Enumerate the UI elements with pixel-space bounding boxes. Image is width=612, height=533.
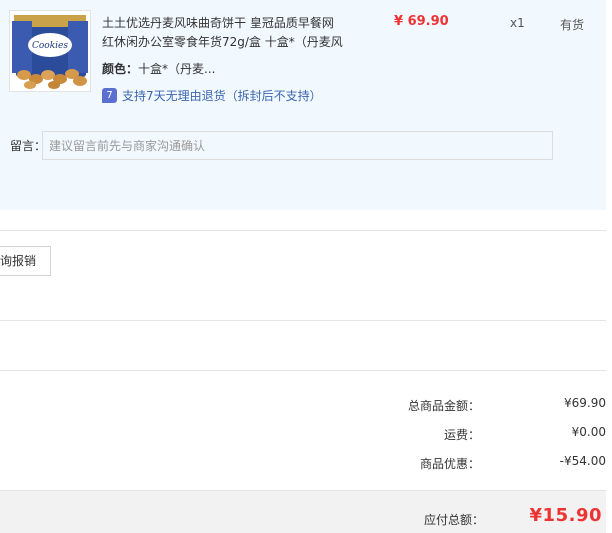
- message-label: 留言：: [10, 139, 47, 153]
- product-thumbnail[interactable]: Cookies: [9, 10, 91, 92]
- cookie-tin-photo-icon: Cookies: [10, 11, 90, 91]
- divider: [0, 370, 606, 371]
- shipping-row: 运费：: [0, 426, 480, 442]
- return-policy[interactable]: 7 支持7天无理由退货（拆封后不支持）: [102, 87, 322, 104]
- discount-label: 商品优惠：: [419, 457, 480, 471]
- order-item-card: Cookies 土土优选丹麦风味曲奇饼干 皇冠品质早餐网 红休闲办公室零食年货7…: [0, 0, 606, 210]
- variant-value: 十盒*（丹麦...: [138, 62, 216, 76]
- product-title-line-2[interactable]: 红休闲办公室零食年货72g/盒 十盒*（丹麦风: [102, 33, 352, 52]
- seven-day-return-icon: 7: [102, 88, 117, 103]
- divider: [0, 320, 606, 321]
- variant-label: 颜色：: [102, 62, 139, 76]
- product-title[interactable]: 土土优选丹麦风味曲奇饼干 皇冠品质早餐网 红休闲办公室零食年货72g/盒 十盒*…: [102, 14, 352, 52]
- discount-row: 商品优惠：: [0, 455, 480, 471]
- reimburse-button[interactable]: 询报销: [0, 246, 52, 276]
- shipping-label: 运费：: [443, 428, 480, 442]
- return-policy-text[interactable]: 支持7天无理由退货（拆封后不支持）: [122, 87, 322, 104]
- quantity: x1: [510, 16, 525, 30]
- total-goods-label: 总商品金额：: [407, 399, 480, 413]
- product-title-line-1[interactable]: 土土优选丹麦风味曲奇饼干 皇冠品质早餐网: [102, 14, 352, 33]
- shipping-value: ¥0.00: [571, 425, 606, 439]
- cookie-tin-label: Cookies: [32, 41, 68, 51]
- total-goods-value: ¥69.90: [564, 396, 606, 410]
- discount-value: -¥54.00: [559, 454, 606, 468]
- divider: [0, 230, 606, 231]
- message-input[interactable]: [42, 131, 553, 160]
- amount-due-label: 应付总额：: [424, 513, 485, 527]
- payment-bar: 应付总额： ¥15.90: [0, 490, 606, 533]
- stock-status: 有货: [560, 18, 585, 32]
- product-variant: 颜色：十盒*（丹麦...: [102, 60, 215, 77]
- total-goods-row: 总商品金额：: [0, 397, 480, 413]
- amount-due-value: ¥15.90: [529, 505, 602, 526]
- unit-price: ¥ 69.90: [394, 14, 449, 29]
